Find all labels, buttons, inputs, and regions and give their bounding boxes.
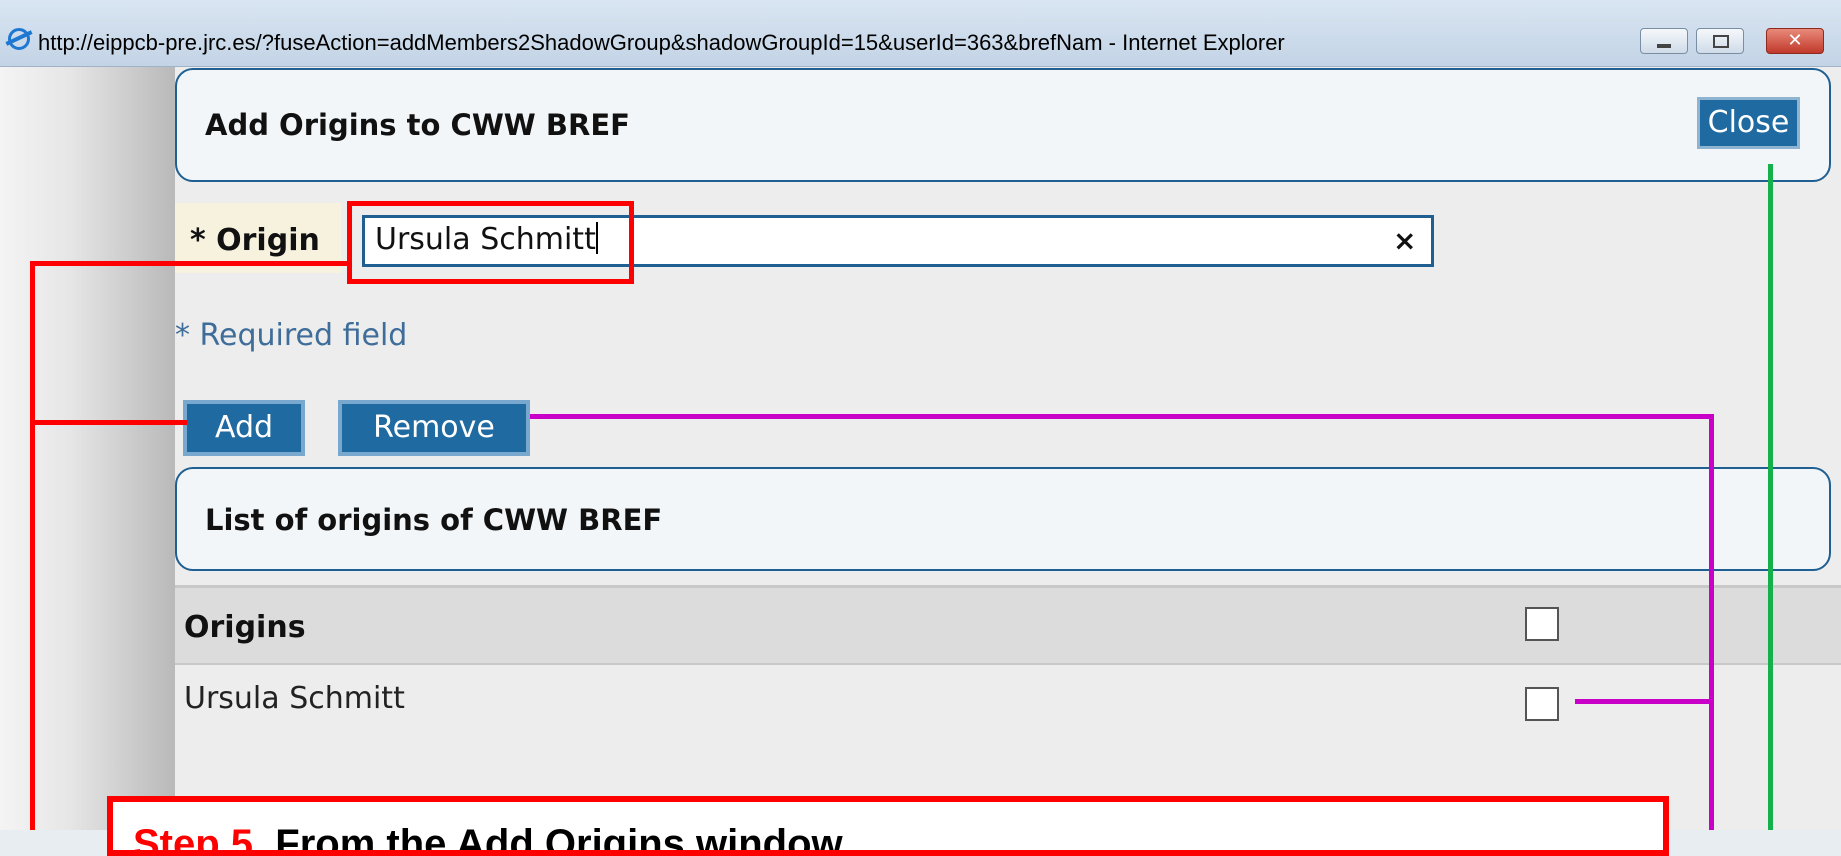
step-instruction: . From the Add Origins window [253, 822, 843, 856]
select-all-checkbox[interactable] [1525, 607, 1559, 641]
window-title: http://eippcb-pre.jrc.es/?fuseAction=add… [38, 30, 1285, 55]
add-button[interactable]: Add [183, 400, 305, 456]
origins-list-title: List of origins of CWW BREF [205, 503, 663, 537]
window-close-button[interactable] [1766, 28, 1824, 54]
remove-button[interactable]: Remove [338, 400, 530, 456]
origins-column-header: Origins [184, 610, 306, 645]
annotation-line-remove [530, 414, 1713, 419]
step-callout-text: Step 5. From the Add Origins window [133, 822, 843, 856]
internet-explorer-icon [8, 28, 30, 50]
step-label: Step 5 [133, 822, 254, 856]
maximize-button[interactable] [1696, 28, 1744, 54]
page-title: Add Origins to CWW BREF [205, 108, 630, 142]
annotation-line-origin [30, 261, 350, 266]
minimize-button[interactable] [1640, 28, 1688, 54]
window-titlebar: http://eippcb-pre.jrc.es/?fuseAction=add… [0, 0, 1841, 67]
close-button[interactable]: Close [1697, 97, 1800, 149]
step-callout: Step 5. From the Add Origins window [107, 796, 1669, 856]
origin-row-name: Ursula Schmitt [184, 681, 405, 716]
annotation-line-add [30, 420, 187, 425]
origins-list-panel: List of origins of CWW BREF [175, 467, 1831, 571]
annotation-line-close [1768, 164, 1773, 830]
origins-table-header [175, 585, 1841, 665]
origin-label: * Origin [190, 223, 320, 258]
left-margin [0, 67, 175, 830]
annotation-line-magenta-vertical [1709, 414, 1714, 830]
clear-input-icon[interactable]: × [1393, 224, 1416, 257]
annotation-line-left [30, 261, 35, 830]
header-panel: Add Origins to CWW BREF [175, 68, 1831, 182]
annotation-line-row-checkbox [1575, 699, 1714, 704]
required-field-note: * Required field [175, 318, 408, 353]
origin-row-checkbox[interactable] [1525, 687, 1559, 721]
annotation-highlight-origin-input [347, 201, 634, 284]
